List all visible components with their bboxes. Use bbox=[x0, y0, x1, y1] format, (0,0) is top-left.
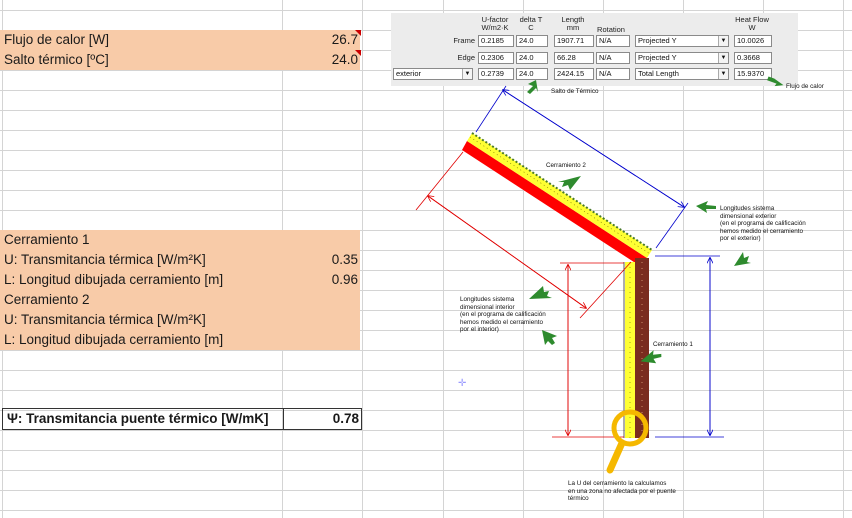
arrow-icon bbox=[734, 252, 751, 266]
dim-int-line bbox=[415, 151, 464, 211]
thermal-bridge-diagram: ✛ bbox=[415, 76, 784, 474]
note-flujo: Flujo de calor bbox=[786, 83, 824, 90]
arrow-icon bbox=[696, 201, 716, 213]
note-salto: Salto de Térmico bbox=[551, 88, 599, 95]
note-exterior-lengths: Longitudes sistema dimensional exterior … bbox=[720, 205, 806, 243]
magnifier-handle bbox=[606, 439, 626, 474]
roof-insulation-layer bbox=[467, 133, 652, 258]
note-interior-lengths: Longitudes sistema dimensional interior … bbox=[460, 296, 546, 334]
dim-ext-line bbox=[475, 85, 507, 133]
dim-ext-line bbox=[655, 202, 689, 249]
roof-red-layer bbox=[462, 141, 647, 266]
note-cerramiento1: Cerramiento 1 bbox=[653, 341, 693, 348]
arrow-icon bbox=[558, 176, 581, 190]
arrow-icon bbox=[767, 76, 784, 87]
cursor-cross-icon: ✛ bbox=[458, 378, 466, 389]
arrow-icon bbox=[527, 80, 538, 94]
note-u-calculation: La U del cerramiento la calculamos en un… bbox=[568, 480, 676, 503]
note-cerramiento2: Cerramiento 2 bbox=[546, 162, 586, 169]
dim-int-line bbox=[579, 261, 632, 319]
